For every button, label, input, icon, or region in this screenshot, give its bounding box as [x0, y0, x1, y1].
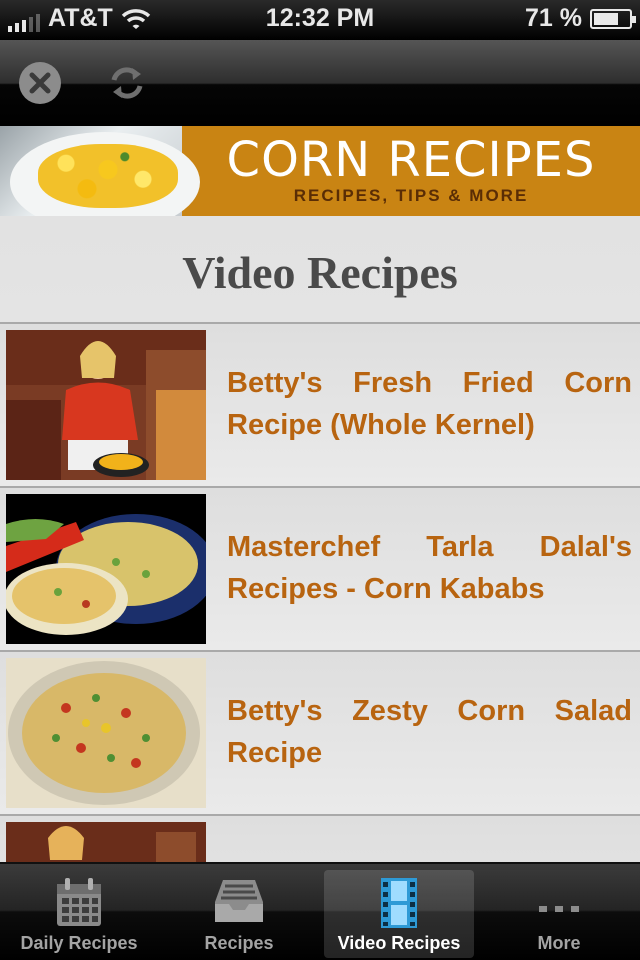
refresh-button[interactable] — [104, 60, 150, 106]
battery-icon — [590, 8, 636, 29]
film-strip-icon — [381, 878, 417, 928]
video-list-item[interactable] — [0, 814, 640, 862]
video-thumbnail — [6, 822, 206, 862]
video-thumbnail — [6, 658, 206, 808]
video-list-item[interactable]: Betty's Fresh Fried Corn Recipe (Whole K… — [0, 322, 640, 486]
video-title: Betty's Fresh Fried Corn Recipe (Whole K… — [227, 367, 632, 441]
tab-more[interactable]: More — [484, 870, 634, 958]
video-thumbnail — [6, 494, 206, 644]
tab-recipes[interactable]: Recipes — [164, 870, 314, 958]
tab-label: More — [537, 933, 581, 953]
close-icon — [19, 62, 61, 104]
status-bar: AT&T 12:32 PM 71 % — [0, 0, 640, 40]
status-right: 71 % — [525, 4, 636, 33]
video-title: Betty's Zesty Corn Salad Recipe — [227, 695, 632, 769]
browser-toolbar — [0, 40, 640, 126]
tab-video-recipes[interactable]: Video Recipes — [324, 870, 474, 958]
video-recipes-content: Video Recipes Betty's Fresh Fried Corn R… — [0, 216, 640, 862]
tab-bar: Daily Recipes Recipes Video Recipes More — [0, 862, 640, 960]
calendar-icon — [57, 878, 101, 926]
tab-label: Daily Recipes — [20, 933, 138, 953]
battery-level — [594, 12, 619, 25]
battery-percent: 71 % — [525, 4, 582, 32]
corn-recipes-banner: CORN RECIPES RECIPES, TIPS & MORE — [0, 126, 640, 216]
inbox-tray-icon — [215, 880, 263, 922]
tab-label: Video Recipes — [337, 933, 461, 953]
tab-daily-recipes[interactable]: Daily Recipes — [4, 870, 154, 958]
banner-title: CORN RECIPES — [226, 132, 596, 188]
more-dots-icon — [539, 906, 579, 912]
tab-label: Recipes — [204, 933, 274, 953]
video-list-item[interactable]: Betty's Zesty Corn Salad Recipe — [0, 650, 640, 814]
banner-corn-plate-image — [0, 126, 200, 216]
video-title: Masterchef Tarla Dalal's Recipes - Corn … — [227, 531, 632, 605]
refresh-icon — [111, 67, 143, 99]
video-list-item[interactable]: Masterchef Tarla Dalal's Recipes - Corn … — [0, 486, 640, 650]
banner-subtitle: RECIPES, TIPS & MORE — [293, 186, 529, 205]
video-thumbnail — [6, 330, 206, 480]
page-title: Video Recipes — [182, 247, 458, 298]
close-button[interactable] — [17, 60, 63, 106]
